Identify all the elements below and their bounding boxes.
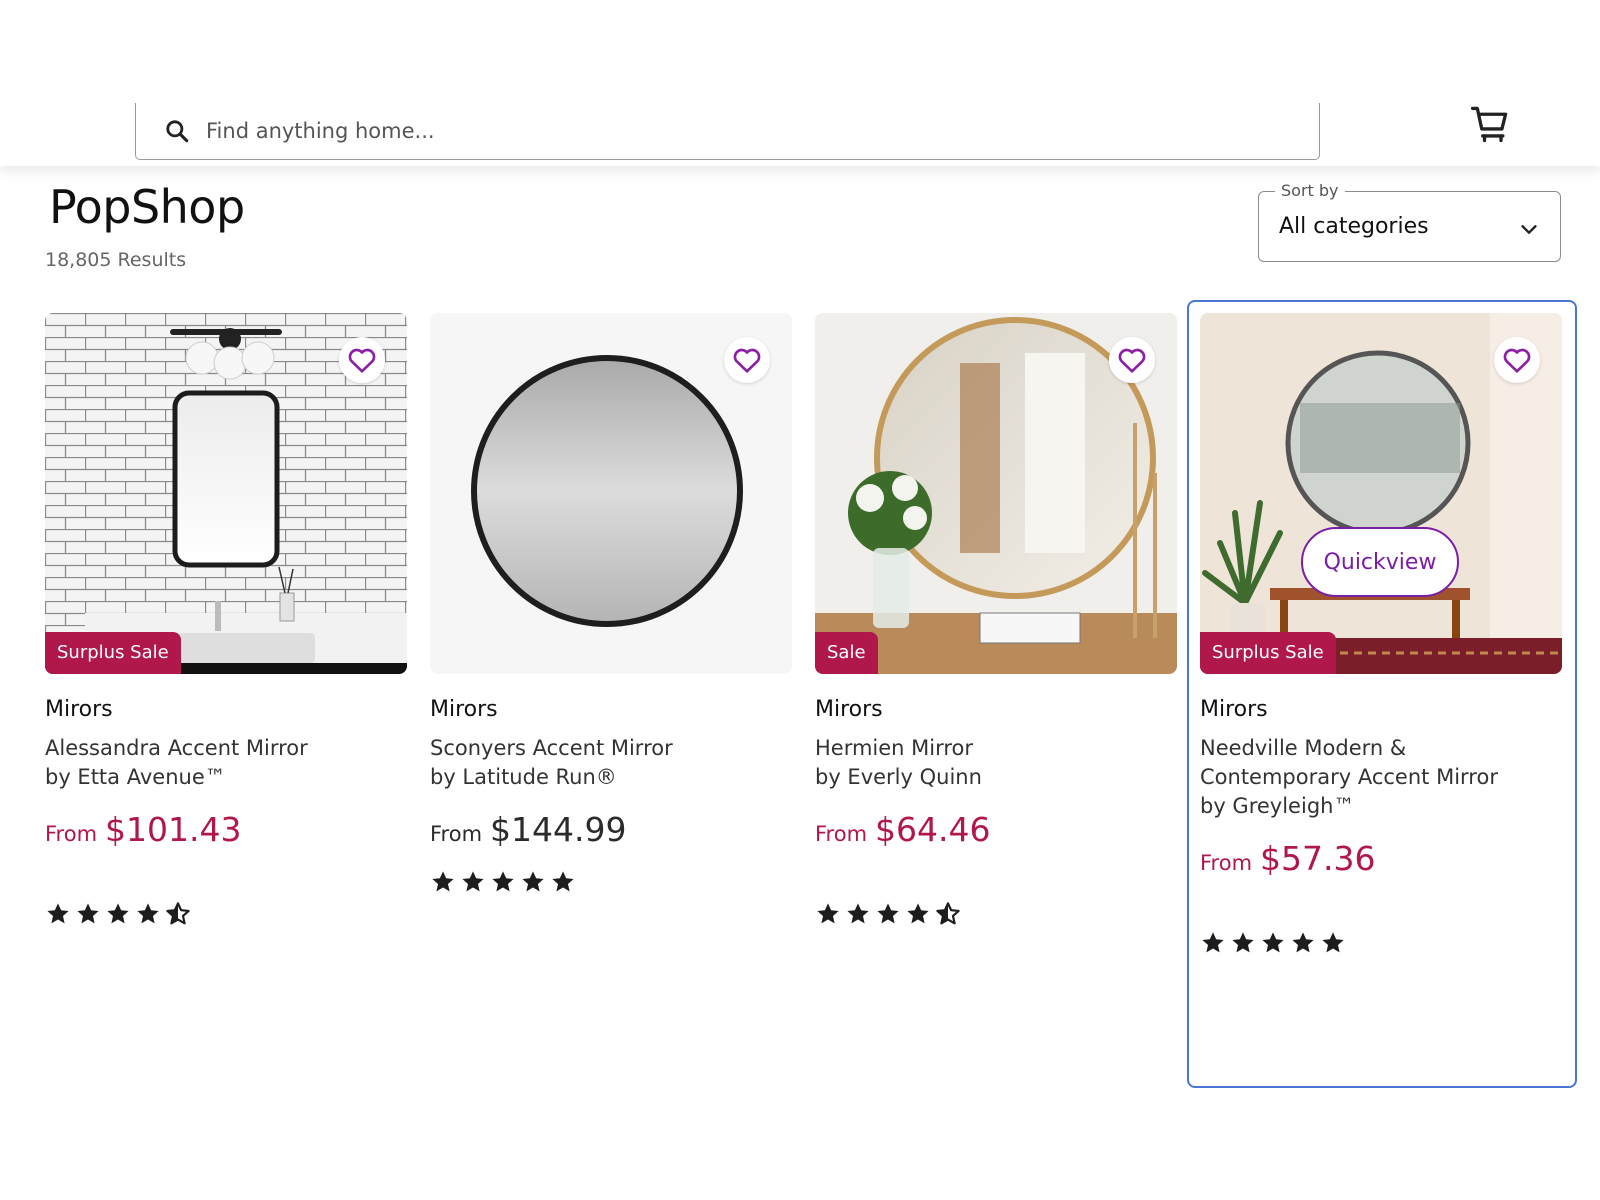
product-category: Mirors [430,697,498,722]
product-name[interactable]: Hermien Mirror by Everly Quinn [815,734,1177,792]
star-icon [492,871,514,892]
product-name-line: Needville Modern & [1200,736,1407,760]
sale-badge: Surplus Sale [1200,632,1336,674]
star-icon [462,871,484,892]
quickview-button[interactable]: Quickview [1301,527,1459,597]
product-card[interactable]: Quickview Surplus Sale Mirors Needville … [1187,300,1577,1088]
sort-label: Sort by [1275,181,1345,200]
star-icon [432,871,454,892]
star-half-icon [936,902,960,925]
product-card[interactable]: Surplus Sale Mirors Alessandra Accent Mi… [45,313,407,927]
search-icon[interactable] [164,118,190,144]
star-icon [907,903,929,924]
price-amount: $64.46 [875,810,991,849]
search-bar[interactable] [135,103,1320,160]
product-brand-line: by Latitude Run® [430,765,617,789]
favorite-heart-icon[interactable] [1109,337,1155,383]
star-icon [552,871,574,892]
product-category: Mirors [1200,697,1268,722]
star-icon [1322,932,1344,953]
cart-icon[interactable] [1468,102,1512,146]
sale-badge: Sale [815,632,878,674]
star-icon [47,903,69,924]
product-price: From $144.99 [430,810,792,849]
product-image[interactable]: Surplus Sale [45,313,407,674]
star-icon [522,871,544,892]
product-name[interactable]: Sconyers Accent Mirror by Latitude Run® [430,734,792,792]
star-rating [1200,930,1562,956]
product-name-line: Alessandra Accent Mirror [45,736,308,760]
star-half-icon [166,902,190,925]
product-brand-line: by Everly Quinn [815,765,982,789]
favorite-heart-icon[interactable] [339,337,385,383]
price-amount: $144.99 [490,810,627,849]
product-price: From $64.46 [815,810,1177,849]
price-amount: $101.43 [105,810,242,849]
star-icon [1202,932,1224,953]
favorite-heart-icon[interactable] [1494,337,1540,383]
sale-badge: Surplus Sale [45,632,181,674]
product-card[interactable]: Sale Mirors Hermien Mirror by Everly Qui… [815,313,1177,927]
product-image[interactable]: Sale [815,313,1177,674]
star-icon [847,903,869,924]
product-name-line: Sconyers Accent Mirror [430,736,673,760]
price-prefix: From [815,822,868,846]
chevron-down-icon [1521,225,1537,234]
star-icon [107,903,129,924]
product-category: Mirors [815,697,883,722]
search-input[interactable] [206,119,1256,143]
star-icon [817,903,839,924]
star-icon [1292,932,1314,953]
star-icon [877,903,899,924]
star-rating [430,869,792,895]
sort-dropdown[interactable]: Sort by All categories [1258,181,1561,262]
price-prefix: From [45,822,98,846]
top-bar [0,0,1600,166]
star-icon [137,903,159,924]
brand-logo: PopShop [49,180,245,234]
product-name[interactable]: Needville Modern & Contemporary Accent M… [1200,734,1562,821]
star-icon [77,903,99,924]
product-brand-line: by Greyleigh™ [1200,794,1355,818]
product-image[interactable]: Quickview Surplus Sale [1200,313,1562,674]
star-rating [45,901,407,927]
product-card[interactable]: Mirors Sconyers Accent Mirror by Latitud… [430,313,792,895]
price-amount: $57.36 [1260,839,1376,878]
product-name-line: Hermien Mirror [815,736,974,760]
star-icon [1262,932,1284,953]
price-prefix: From [430,822,483,846]
product-name[interactable]: Alessandra Accent Mirror by Etta Avenue™ [45,734,407,792]
product-name-line: Contemporary Accent Mirror [1200,765,1498,789]
product-price: From $57.36 [1200,839,1562,878]
product-image[interactable] [430,313,792,674]
product-price: From $101.43 [45,810,407,849]
product-brand-line: by Etta Avenue™ [45,765,226,789]
star-rating [815,901,1177,927]
star-icon [1232,932,1254,953]
favorite-heart-icon[interactable] [724,337,770,383]
sort-value: All categories [1279,214,1429,239]
results-count: 18,805 Results [45,249,187,271]
product-category: Mirors [45,697,113,722]
page: PopShop 18,805 Results Sort by All categ… [0,0,1600,1200]
price-prefix: From [1200,851,1253,875]
